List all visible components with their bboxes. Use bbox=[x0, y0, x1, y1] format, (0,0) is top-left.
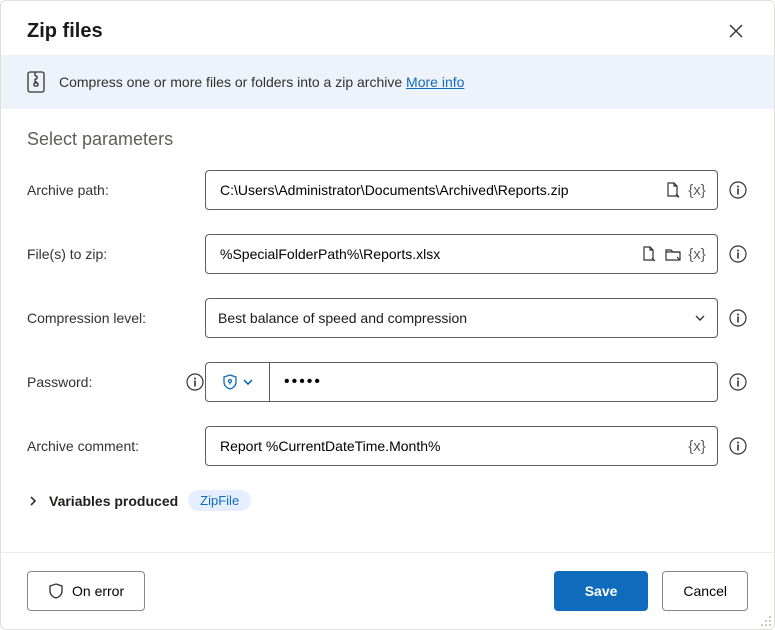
more-info-link[interactable]: More info bbox=[406, 74, 464, 90]
cancel-button[interactable]: Cancel bbox=[662, 571, 748, 611]
info-password-label[interactable] bbox=[185, 372, 205, 392]
row-compression: Compression level: Best balance of speed… bbox=[27, 298, 748, 338]
shield-outline-icon bbox=[48, 583, 64, 599]
insert-variable-button[interactable]: {x} bbox=[685, 178, 709, 202]
info-icon bbox=[729, 181, 747, 199]
info-comment[interactable] bbox=[728, 436, 748, 456]
file-picker-icon bbox=[664, 181, 682, 199]
dialog-footer: On error Save Cancel bbox=[1, 552, 774, 629]
compression-select[interactable]: Best balance of speed and compression bbox=[205, 298, 718, 338]
title-bar: Zip files bbox=[1, 1, 774, 55]
variables-produced-label: Variables produced bbox=[49, 493, 178, 509]
save-button[interactable]: Save bbox=[554, 571, 649, 611]
folder-picker-icon bbox=[664, 245, 682, 263]
field-archive-path[interactable]: {x} bbox=[205, 170, 718, 210]
files-to-zip-input[interactable] bbox=[218, 235, 637, 273]
close-icon bbox=[729, 24, 743, 38]
info-icon bbox=[729, 373, 747, 391]
info-password[interactable] bbox=[728, 372, 748, 392]
variable-icon: {x} bbox=[688, 438, 706, 455]
shield-icon bbox=[222, 374, 238, 390]
chevron-down-icon bbox=[693, 311, 707, 325]
zip-icon bbox=[27, 71, 45, 93]
row-archive-path: Archive path: {x} bbox=[27, 170, 748, 210]
close-button[interactable] bbox=[724, 19, 748, 43]
section-title: Select parameters bbox=[27, 129, 748, 150]
select-file-button-2[interactable] bbox=[637, 242, 661, 266]
variables-produced-row[interactable]: Variables produced ZipFile bbox=[27, 490, 748, 511]
info-banner: Compress one or more files or folders in… bbox=[1, 55, 774, 109]
chevron-right-icon bbox=[27, 495, 39, 507]
password-field bbox=[205, 362, 718, 402]
info-compression[interactable] bbox=[728, 308, 748, 328]
banner-text: Compress one or more files or folders in… bbox=[59, 74, 464, 90]
compression-value: Best balance of speed and compression bbox=[218, 310, 467, 326]
row-files-to-zip: File(s) to zip: {x} bbox=[27, 234, 748, 274]
variable-chip-zipfile[interactable]: ZipFile bbox=[188, 490, 251, 511]
label-password: Password: bbox=[27, 374, 92, 390]
chevron-down-icon bbox=[242, 376, 254, 388]
on-error-button[interactable]: On error bbox=[27, 571, 145, 611]
zip-files-dialog: Zip files Compress one or more files or … bbox=[0, 0, 775, 630]
info-files-to-zip[interactable] bbox=[728, 244, 748, 264]
label-files-to-zip: File(s) to zip: bbox=[27, 246, 205, 262]
info-icon bbox=[729, 245, 747, 263]
dialog-title: Zip files bbox=[27, 20, 103, 43]
info-archive-path[interactable] bbox=[728, 180, 748, 200]
select-folder-button[interactable] bbox=[661, 242, 685, 266]
info-icon bbox=[729, 437, 747, 455]
field-comment[interactable]: {x} bbox=[205, 426, 718, 466]
row-password: Password: bbox=[27, 362, 748, 402]
label-archive-path: Archive path: bbox=[27, 182, 205, 198]
info-icon bbox=[729, 309, 747, 327]
info-icon bbox=[186, 373, 204, 391]
parameters-section: Select parameters Archive path: {x} File… bbox=[1, 109, 774, 552]
insert-variable-button-2[interactable]: {x} bbox=[685, 242, 709, 266]
insert-variable-button-3[interactable]: {x} bbox=[685, 434, 709, 458]
comment-input[interactable] bbox=[218, 427, 685, 465]
label-compression: Compression level: bbox=[27, 310, 205, 326]
variable-icon: {x} bbox=[688, 246, 706, 263]
resize-grip-icon[interactable] bbox=[758, 613, 772, 627]
password-input[interactable] bbox=[282, 372, 705, 392]
label-comment: Archive comment: bbox=[27, 438, 205, 454]
select-file-button[interactable] bbox=[661, 178, 685, 202]
archive-path-input[interactable] bbox=[218, 171, 661, 209]
file-picker-icon bbox=[640, 245, 658, 263]
row-comment: Archive comment: {x} bbox=[27, 426, 748, 466]
field-files-to-zip[interactable]: {x} bbox=[205, 234, 718, 274]
password-mode-selector[interactable] bbox=[206, 363, 270, 401]
variable-icon: {x} bbox=[688, 182, 706, 199]
